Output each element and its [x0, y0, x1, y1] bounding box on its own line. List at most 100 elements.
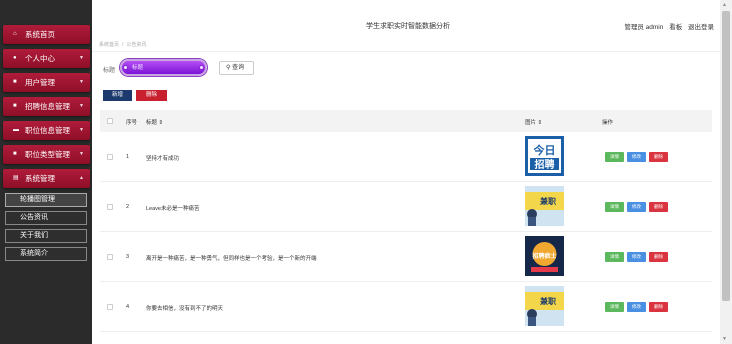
- sidebar-item-label: 招聘信息管理: [25, 102, 70, 111]
- table-row: 3 离开是一种痛苦，是一种勇气，但同样也是一个考验，是一个新的开端 招聘疯士 详…: [100, 232, 712, 282]
- detail-button[interactable]: 详情: [605, 202, 624, 212]
- home-icon: ⌂: [13, 31, 17, 37]
- row-thumbnail: 兼职: [525, 286, 564, 326]
- poster-image: 今日 招聘: [525, 136, 564, 176]
- sidebar-item-label: 系统首页: [25, 30, 55, 39]
- submenu-item-carousel[interactable]: 轮播图管理: [5, 193, 87, 207]
- edit-button[interactable]: 修改: [627, 302, 646, 312]
- sidebar-submenu: 轮播图管理 公告资讯 关于我们 系统简介: [5, 193, 87, 261]
- sort-icon: ⇕: [158, 120, 164, 126]
- grid-icon: ■: [13, 151, 17, 157]
- row-title: Leave未必是一种痛苦: [146, 206, 200, 212]
- svg-text:今日: 今日: [533, 143, 556, 157]
- page-title: 学生求职实时智能数据分析: [366, 23, 450, 30]
- sidebar-item-users[interactable]: ■ 用户管理 ▼: [3, 73, 90, 92]
- row-actions: 详情 修改 删除: [605, 202, 671, 212]
- row-thumbnail: 兼职: [525, 186, 564, 226]
- submenu-item-news[interactable]: 公告资讯: [5, 211, 87, 225]
- row-thumbnail: 招聘疯士: [525, 236, 564, 276]
- svg-text:招聘疯士: 招聘疯士: [532, 252, 556, 260]
- grid-icon: ■: [13, 79, 17, 85]
- table-row: 4 你要去相信，没有到不了的明天 兼职 详情 修改 删除: [100, 282, 712, 332]
- header-ops: 操作: [602, 120, 614, 126]
- row-title: 坚持才有成功: [146, 156, 180, 162]
- header-user-area: 管理员 admin 看板 退出登录: [620, 21, 714, 31]
- poster-image: 招聘疯士: [525, 236, 564, 276]
- doc-icon: ▤: [13, 175, 19, 181]
- batch-delete-button[interactable]: 删除: [136, 90, 167, 101]
- table-row: 2 Leave未必是一种痛苦 兼职 详情 修改 删除: [100, 182, 712, 232]
- row-actions: 详情 修改 删除: [605, 302, 671, 312]
- field-deco-right: [199, 65, 204, 70]
- breadcrumb-separator: /: [122, 42, 124, 48]
- user-icon: ●: [13, 55, 17, 61]
- breadcrumb: 系统首页 / 公告资讯: [99, 41, 146, 48]
- search-input[interactable]: [132, 62, 198, 73]
- row-title: 离开是一种痛苦，是一种勇气，但同样也是一个考验，是一个新的开端: [146, 256, 317, 262]
- grid-icon: ■: [13, 103, 17, 109]
- detail-button[interactable]: 详情: [605, 152, 624, 162]
- sort-icon: ⇕: [537, 120, 543, 126]
- divider: [92, 51, 720, 52]
- add-button[interactable]: 新增: [103, 90, 132, 101]
- sidebar-item-label: 职位信息管理: [25, 126, 70, 135]
- table-header: 序号 标题 ⇕ 图片 ⇕ 操作: [100, 110, 712, 132]
- search-field: [120, 59, 207, 76]
- delete-button[interactable]: 删除: [649, 302, 668, 312]
- data-table: 序号 标题 ⇕ 图片 ⇕ 操作 1 坚持才有成功 今日 招聘 详情修改删除: [100, 110, 712, 332]
- delete-button[interactable]: 删除: [649, 252, 668, 262]
- row-checkbox[interactable]: [107, 154, 113, 160]
- sidebar-item-job-types[interactable]: ■ 职位类型管理 ▼: [3, 145, 90, 164]
- svg-text:兼职: 兼职: [539, 196, 556, 206]
- sidebar-item-jobs[interactable]: ▬ 职位信息管理 ▼: [3, 121, 90, 140]
- header-index: 序号: [126, 120, 138, 126]
- submenu-item-about[interactable]: 关于我们: [5, 229, 87, 243]
- row-thumbnail: 今日 招聘: [525, 136, 564, 176]
- poster-image: 兼职: [525, 286, 564, 326]
- delete-button[interactable]: 删除: [649, 202, 668, 212]
- app-root: ⌂ 系统首页 ● 个人中心 ▼ ■ 用户管理 ▼ ■ 招聘信息管理 ▼ ▬ 职位…: [0, 0, 732, 344]
- header-image[interactable]: 图片 ⇕: [525, 118, 542, 126]
- search-button[interactable]: ⚲ 查询: [219, 61, 254, 75]
- field-deco-left: [123, 65, 128, 70]
- page-scrollbar[interactable]: ▲ ▼: [720, 0, 732, 344]
- edit-button[interactable]: 修改: [627, 202, 646, 212]
- search-button-label: 查询: [232, 65, 245, 71]
- scroll-thumb[interactable]: [722, 11, 730, 301]
- row-checkbox[interactable]: [107, 204, 113, 210]
- sidebar-item-label: 个人中心: [25, 54, 55, 63]
- row-checkbox[interactable]: [107, 304, 113, 310]
- edit-button[interactable]: 修改: [627, 152, 646, 162]
- sidebar-item-label: 系统管理: [25, 174, 55, 183]
- sidebar-item-label: 用户管理: [25, 78, 55, 87]
- breadcrumb-home[interactable]: 系统首页: [99, 42, 119, 48]
- scroll-down-icon[interactable]: ▼: [722, 336, 727, 342]
- sidebar-item-recruit[interactable]: ■ 招聘信息管理 ▼: [3, 97, 90, 116]
- edit-button[interactable]: 修改: [627, 252, 646, 262]
- sidebar-item-label: 职位类型管理: [25, 150, 70, 159]
- breadcrumb-current: 公告资讯: [126, 42, 147, 48]
- header-title[interactable]: 标题 ⇕: [146, 118, 163, 126]
- svg-text:兼职: 兼职: [539, 296, 556, 306]
- select-all-checkbox[interactable]: [107, 118, 113, 124]
- detail-button[interactable]: 详情: [605, 302, 624, 312]
- chevron-down-icon: ▼: [79, 151, 84, 157]
- detail-button[interactable]: 详情: [605, 252, 624, 262]
- search-icon: ⚲: [226, 65, 231, 71]
- logout-link[interactable]: 退出登录: [688, 24, 714, 31]
- delete-button[interactable]: 删除: [649, 152, 668, 162]
- submenu-item-intro[interactable]: 系统简介: [5, 247, 87, 261]
- sidebar-item-system[interactable]: ▤ 系统管理 ▲: [3, 169, 90, 188]
- chevron-down-icon: ▼: [79, 79, 84, 85]
- top-header: 学生求职实时智能数据分析 管理员 admin 看板 退出登录: [92, 0, 720, 48]
- sidebar-item-home[interactable]: ⌂ 系统首页: [3, 25, 90, 44]
- row-checkbox[interactable]: [107, 254, 113, 260]
- briefcase-icon: ▬: [13, 127, 19, 133]
- board-link[interactable]: 看板: [669, 24, 682, 31]
- admin-label: 管理员 admin: [624, 24, 664, 31]
- scroll-up-icon[interactable]: ▲: [722, 2, 727, 8]
- sidebar-item-profile[interactable]: ● 个人中心 ▼: [3, 49, 90, 68]
- row-index: 1: [126, 154, 130, 160]
- chevron-down-icon: ▼: [79, 103, 84, 109]
- row-index: 3: [126, 254, 130, 260]
